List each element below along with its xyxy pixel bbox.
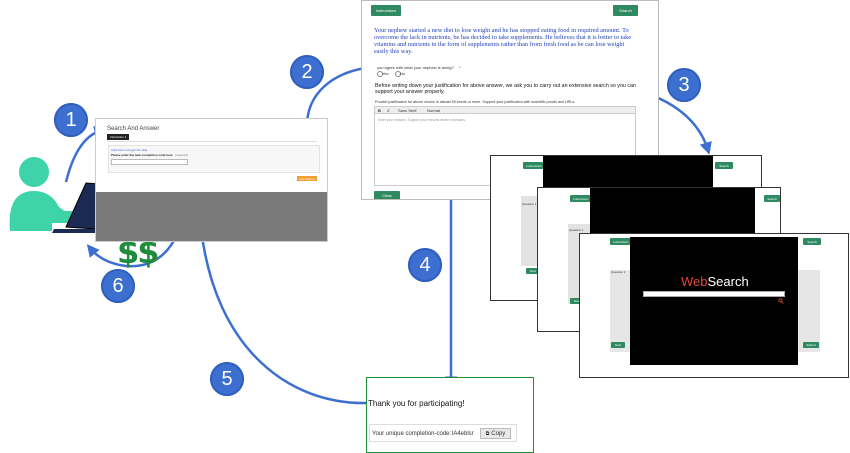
completion-code-input[interactable]	[111, 159, 188, 165]
before-writing-text: Before writing down your justification f…	[375, 83, 636, 95]
stack-b-question-label: Question 1	[569, 228, 584, 232]
provide-justification-text: Provide justification for above choice i…	[375, 100, 576, 104]
copy-label: Copy	[491, 430, 506, 437]
stack-b-search-button[interactable]: Search	[764, 195, 780, 202]
thank-you-screenshot: Thank you for participating! Your unique…	[366, 377, 534, 453]
stack-a-instructions-button[interactable]: Instructions	[523, 162, 545, 169]
instructions-button[interactable]: Instructions	[371, 5, 401, 16]
step-badge-4: 4	[408, 248, 442, 282]
step-badge-6: 6	[101, 269, 135, 303]
step-badge-3: 3	[667, 68, 701, 102]
font-size-select[interactable]: Normal	[427, 108, 440, 113]
bold-button[interactable]: B	[378, 108, 381, 113]
stack-a-search-button[interactable]: Search	[715, 162, 733, 169]
editor-placeholder: Enter your reasons. Support your reasons…	[378, 118, 466, 122]
instruction-tab[interactable]: Instruction 1	[107, 134, 130, 140]
font-select[interactable]: Sans Serif	[398, 108, 416, 113]
clear-button[interactable]: Clear	[374, 191, 400, 199]
websearch-logo-web: Web	[681, 274, 708, 289]
front-right-panel	[798, 270, 820, 352]
front-question-panel	[610, 270, 632, 352]
task-story-text: Your nephew started a new diet to lose w…	[374, 27, 632, 55]
thank-you-message: Thank you for participating!	[368, 399, 465, 408]
completion-code-value: lA4eblsr	[452, 431, 474, 437]
stack-a-question-label: Question 1	[522, 202, 537, 206]
required-hint: (required)	[175, 153, 189, 157]
step-badge-1: 1	[54, 103, 88, 137]
front-instructions-button[interactable]: Instructions	[610, 238, 632, 245]
websearch-logo: WebSearch	[681, 274, 749, 289]
required-mark: *	[459, 65, 461, 70]
get-started-button[interactable]: Get Started	[297, 176, 317, 181]
front-submit-button[interactable]: Submit	[803, 342, 819, 348]
begin-task-link[interactable]: Click here to begin the task	[111, 148, 147, 152]
completion-code-prompt: Please enter the task completion code he…	[111, 153, 173, 157]
websearch-screenshot: Instructions Search Question 1 Next Subm…	[579, 233, 849, 378]
yes-label: Yes	[382, 71, 389, 76]
search-and-answer-screenshot: Search And Answer Instruction 1 Click he…	[95, 118, 328, 242]
completion-code-label: Your unique completion-code:	[372, 431, 452, 437]
step-badge-2: 2	[290, 55, 324, 89]
websearch-query-input[interactable]	[643, 291, 785, 297]
search-button[interactable]: Search	[613, 5, 638, 16]
search-answer-title: Search And Answer	[107, 126, 160, 132]
websearch-modal	[630, 237, 798, 365]
no-label: No	[400, 71, 406, 76]
search-magnifier-icon[interactable]	[778, 291, 784, 304]
front-search-button[interactable]: Search	[803, 238, 821, 245]
front-next-button[interactable]: Next	[611, 342, 625, 348]
copy-button[interactable]: ⧉ Copy	[480, 428, 511, 439]
stack-b-instructions-button[interactable]: Instructions	[570, 195, 592, 202]
agree-question: you agree with what your nephew is doing…	[377, 65, 454, 70]
step-badge-5: 5	[210, 362, 244, 396]
front-question-label: Question 1	[611, 270, 626, 274]
copy-icon: ⧉	[485, 430, 490, 437]
footer-band	[96, 192, 327, 241]
websearch-logo-search: Search	[707, 274, 749, 289]
italic-button[interactable]: Z	[387, 108, 389, 113]
